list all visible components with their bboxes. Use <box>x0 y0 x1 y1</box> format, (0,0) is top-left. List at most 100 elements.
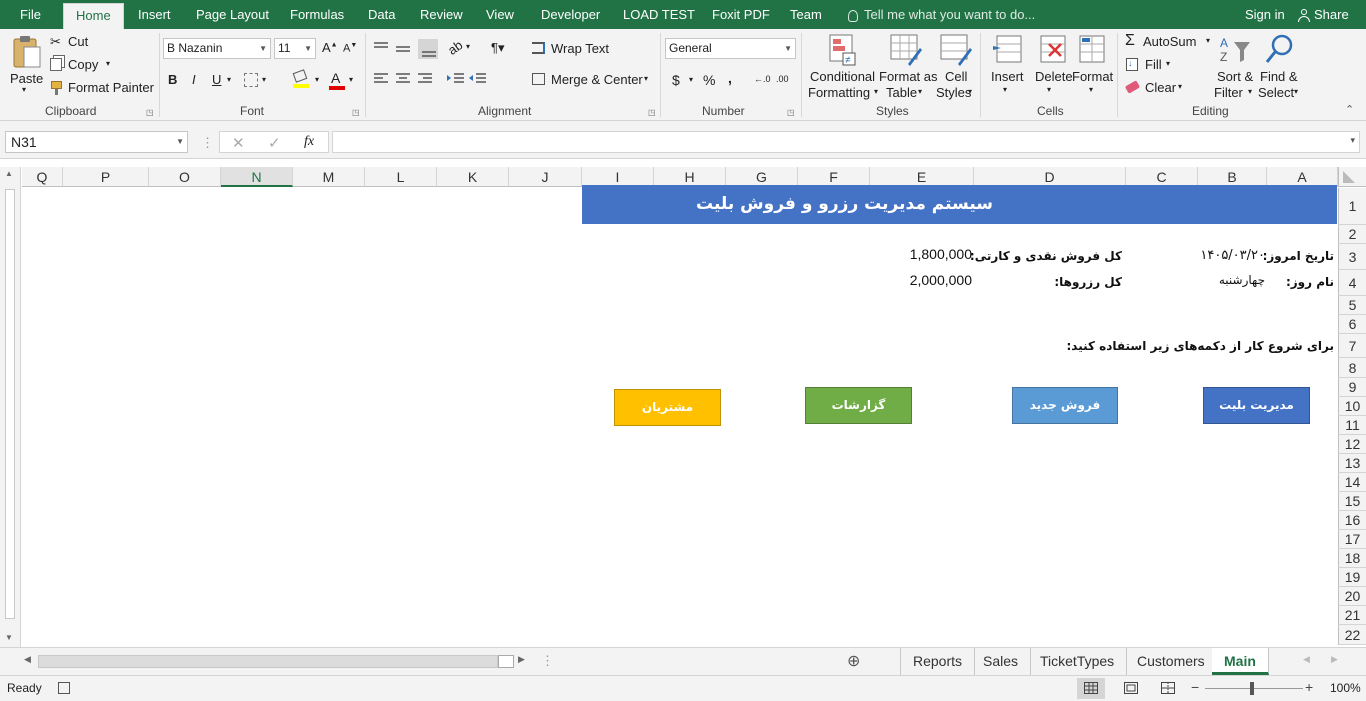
bold-button[interactable]: B <box>168 72 177 87</box>
sheet-tab-reports[interactable]: Reports <box>900 648 976 675</box>
column-header-b[interactable]: B <box>1198 167 1267 187</box>
cancel-icon[interactable]: ✕ <box>232 134 245 152</box>
zoom-level[interactable]: 100% <box>1330 681 1361 695</box>
underline-button[interactable]: U <box>212 72 221 87</box>
column-header-f[interactable]: F <box>798 167 870 187</box>
currency-button[interactable]: $ <box>672 72 680 88</box>
column-header-j[interactable]: J <box>509 167 582 187</box>
column-header-i[interactable]: I <box>582 167 654 187</box>
next-sheet-icon[interactable]: ▶ <box>1331 654 1338 665</box>
formula-input[interactable]: ▾ <box>332 131 1360 153</box>
comma-style-button[interactable]: , <box>728 70 732 86</box>
clear-button[interactable]: Clear ▾ <box>1124 78 1199 98</box>
column-header-l[interactable]: L <box>365 167 437 187</box>
column-header-k[interactable]: K <box>437 167 509 187</box>
percent-button[interactable]: % <box>703 72 715 88</box>
sheet-tab-tickettypes[interactable]: TicketTypes <box>1028 648 1128 675</box>
normal-view-icon[interactable] <box>1084 682 1098 694</box>
wrap-text-button[interactable]: Wrap Text <box>532 39 612 59</box>
chevron-down-icon[interactable]: ▾ <box>349 75 353 84</box>
share-button[interactable]: Share <box>1298 0 1349 29</box>
row-header-12[interactable]: 12 <box>1338 435 1366 454</box>
tab-formulas[interactable]: Formulas <box>290 0 344 29</box>
fill-color-icon[interactable] <box>292 69 308 83</box>
page-layout-view-icon[interactable] <box>1124 682 1138 694</box>
new-sheet-icon[interactable]: ⊕ <box>847 651 860 671</box>
format-painter-button[interactable]: Format Painter <box>50 78 155 98</box>
row-header-15[interactable]: 15 <box>1338 492 1366 511</box>
column-header-g[interactable]: G <box>726 167 798 187</box>
row-header-3[interactable]: 3 <box>1338 244 1366 270</box>
worksheet-grid[interactable]: ▲ ▼ Q P O N M L K J I H G F E D C B A 1 … <box>0 159 1366 647</box>
row-header-20[interactable]: 20 <box>1338 587 1366 606</box>
vertical-scrollbar[interactable]: ▲ ▼ <box>0 167 21 647</box>
cell-styles-button[interactable]: Cell Styles ▾ <box>936 32 978 100</box>
row-header-6[interactable]: 6 <box>1338 315 1366 334</box>
increase-decimal-icon[interactable]: ←.0 <box>754 74 771 84</box>
font-color-icon[interactable]: A <box>331 70 340 86</box>
tab-load-test[interactable]: LOAD TEST <box>623 0 695 29</box>
splitter-handle-icon[interactable]: ⋮ <box>541 653 554 669</box>
row-header-11[interactable]: 11 <box>1338 416 1366 435</box>
increase-font-size-icon[interactable]: A▲ <box>322 40 338 55</box>
orientation-icon[interactable]: ab <box>445 37 465 58</box>
column-header-n[interactable]: N <box>221 167 293 187</box>
row-header-10[interactable]: 10 <box>1338 397 1366 416</box>
cut-button[interactable]: ✂ Cut <box>50 32 150 52</box>
tab-team[interactable]: Team <box>790 0 822 29</box>
insert-function-button[interactable]: fx <box>304 134 314 150</box>
enter-check-icon[interactable]: ✓ <box>268 134 281 152</box>
row-header-14[interactable]: 14 <box>1338 473 1366 492</box>
select-all-corner[interactable] <box>1338 167 1366 187</box>
font-size-select[interactable]: 11 ▼ <box>274 38 316 59</box>
row-header-7[interactable]: 7 <box>1338 334 1366 358</box>
column-header-m[interactable]: M <box>293 167 365 187</box>
row-header-22[interactable]: 22 <box>1338 625 1366 645</box>
borders-icon[interactable] <box>244 73 258 87</box>
name-box[interactable]: N31 ▼ <box>5 131 188 153</box>
chevron-down-icon[interactable]: ▾ <box>466 42 470 51</box>
scroll-down-icon[interactable]: ▼ <box>5 633 13 642</box>
autosum-button[interactable]: Σ AutoSum ▾ <box>1124 32 1214 52</box>
tab-data[interactable]: Data <box>368 0 395 29</box>
tab-view[interactable]: View <box>486 0 514 29</box>
conditional-formatting-button[interactable]: ≠ Conditional Formatting ▾ <box>808 32 878 100</box>
zoom-out-icon[interactable]: − <box>1191 679 1199 695</box>
format-as-table-button[interactable]: Format as Table ▾ <box>878 32 938 100</box>
row-header-13[interactable]: 13 <box>1338 454 1366 473</box>
row-header-8[interactable]: 8 <box>1338 358 1366 378</box>
row-header-9[interactable]: 9 <box>1338 378 1366 397</box>
expand-formula-bar-icon[interactable]: ▾ <box>1350 135 1355 146</box>
row-header-17[interactable]: 17 <box>1338 530 1366 549</box>
column-header-o[interactable]: O <box>149 167 221 187</box>
zoom-slider[interactable] <box>1205 688 1303 689</box>
paste-button[interactable]: Paste ▾ <box>8 33 44 99</box>
horizontal-scroll-thumb[interactable] <box>498 655 514 668</box>
reports-button[interactable]: گزارشات <box>805 387 912 424</box>
fill-button[interactable]: ↓ Fill ▾ <box>1124 55 1184 75</box>
row-header-5[interactable]: 5 <box>1338 296 1366 315</box>
chevron-down-icon[interactable]: ▾ <box>689 75 693 84</box>
sheet-tab-sales[interactable]: Sales <box>971 648 1032 675</box>
page-break-view-icon[interactable] <box>1161 682 1175 694</box>
vertical-align-icons[interactable] <box>372 39 438 61</box>
tab-file[interactable]: File <box>20 0 41 29</box>
zoom-in-icon[interactable]: + <box>1305 679 1313 695</box>
tab-home[interactable]: Home <box>63 3 124 29</box>
decrease-font-size-icon[interactable]: A▼ <box>343 42 357 55</box>
tab-insert[interactable]: Insert <box>138 0 171 29</box>
column-header-e[interactable]: E <box>870 167 974 187</box>
column-header-q[interactable]: Q <box>22 167 63 187</box>
row-header-19[interactable]: 19 <box>1338 568 1366 587</box>
column-header-a[interactable]: A <box>1267 167 1338 187</box>
chevron-down-icon[interactable]: ▾ <box>315 75 319 84</box>
tell-me-search[interactable]: Tell me what you want to do... <box>848 0 1035 29</box>
ticket-management-button[interactable]: مدیریت بلیت <box>1203 387 1310 424</box>
italic-button[interactable]: I <box>192 72 196 87</box>
column-header-p[interactable]: P <box>63 167 149 187</box>
macro-record-icon[interactable] <box>58 682 70 694</box>
column-header-h[interactable]: H <box>654 167 726 187</box>
horizontal-align-icons[interactable] <box>372 72 438 88</box>
sign-in-link[interactable]: Sign in <box>1245 0 1285 29</box>
scroll-up-icon[interactable]: ▲ <box>5 169 13 178</box>
